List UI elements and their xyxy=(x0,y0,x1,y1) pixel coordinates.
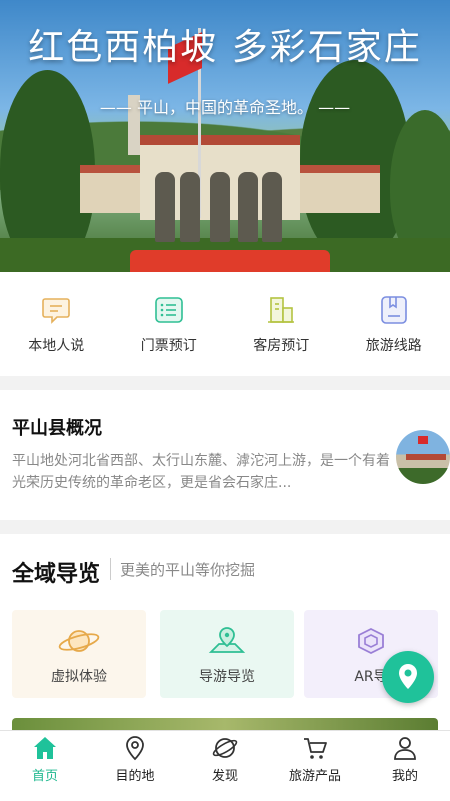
banner-statue xyxy=(155,172,175,242)
overview-description: 平山地处河北省西部、太行山东麓、滹沱河上游，是一个有着光荣历史传统的革命老区，更… xyxy=(12,450,390,494)
tab-home[interactable]: 首页 xyxy=(0,731,90,801)
guide-card-label: 虚拟体验 xyxy=(51,666,107,686)
location-marker-icon xyxy=(396,663,420,691)
quick-link-routes[interactable]: 旅游线路 xyxy=(338,272,450,376)
banner-statue xyxy=(262,172,282,242)
banner-subtitle: —— 平山，中国的革命圣地。 —— xyxy=(0,94,450,118)
tab-travel-products[interactable]: 旅游产品 xyxy=(270,731,360,801)
county-overview-card[interactable]: 平山县概况 平山地处河北省西部、太行山东麓、滹沱河上游，是一个有着光荣历史传统的… xyxy=(0,390,450,520)
quick-link-label: 本地人说 xyxy=(28,335,84,355)
quick-link-tickets[interactable]: 门票预订 xyxy=(113,272,226,376)
hero-banner[interactable]: 红色西柏坡 多彩石家庄 —— 平山，中国的革命圣地。 —— xyxy=(0,0,450,272)
tab-discover[interactable]: 发现 xyxy=(180,731,270,801)
thumbnail-flag xyxy=(418,436,428,444)
location-pin-icon xyxy=(122,735,148,761)
banner-statue xyxy=(180,172,200,242)
shopping-cart-icon xyxy=(302,735,328,761)
tab-label: 目的地 xyxy=(115,765,154,784)
guide-divider xyxy=(110,558,111,580)
tab-destination[interactable]: 目的地 xyxy=(90,731,180,801)
overview-title: 平山县概况 xyxy=(12,414,102,440)
bottom-tab-bar: 首页 目的地 发现 旅游产品 我的 xyxy=(0,730,450,801)
guide-card-tour-guide[interactable]: 导游导览 xyxy=(160,610,294,698)
banner-statue xyxy=(238,172,258,242)
ar-cube-icon xyxy=(349,626,393,656)
thumbnail-roof xyxy=(406,454,446,460)
guide-card-label: 导游导览 xyxy=(199,666,255,686)
user-icon xyxy=(392,735,418,761)
quick-link-label: 门票预订 xyxy=(141,335,197,355)
quick-link-label: 客房预订 xyxy=(253,335,309,355)
banner-title: 红色西柏坡 多彩石家庄 xyxy=(0,18,450,70)
quick-link-local-voices[interactable]: 本地人说 xyxy=(0,272,113,376)
route-book-icon xyxy=(378,294,410,326)
guide-title: 全域导览 xyxy=(12,556,100,588)
tab-mine[interactable]: 我的 xyxy=(360,731,450,801)
tab-label: 旅游产品 xyxy=(289,765,341,784)
ticket-list-icon xyxy=(153,294,185,326)
next-section-image-strip xyxy=(12,718,438,730)
quick-link-label: 旅游线路 xyxy=(366,335,422,355)
map-pin-icon xyxy=(205,626,249,656)
tab-label: 发现 xyxy=(212,765,238,784)
tab-label: 我的 xyxy=(392,765,418,784)
guide-section: 全域导览 更美的平山等你挖掘 虚拟体验 导游导览 AR导 xyxy=(0,534,450,730)
home-icon xyxy=(32,735,58,761)
banner-red-sign xyxy=(130,250,330,272)
hotel-building-icon xyxy=(265,294,297,326)
guide-subtitle: 更美的平山等你挖掘 xyxy=(120,559,255,580)
planet-icon xyxy=(57,626,101,656)
floating-location-button[interactable] xyxy=(382,651,434,703)
banner-statue xyxy=(210,172,230,242)
tab-label: 首页 xyxy=(32,765,58,784)
quick-link-hotel[interactable]: 客房预订 xyxy=(225,272,338,376)
guide-card-virtual-experience[interactable]: 虚拟体验 xyxy=(12,610,146,698)
chat-bubble-icon xyxy=(40,294,72,326)
discover-planet-icon xyxy=(212,735,238,761)
overview-thumbnail xyxy=(396,430,450,484)
quick-links: 本地人说 门票预订 客房预订 旅游线路 xyxy=(0,272,450,376)
